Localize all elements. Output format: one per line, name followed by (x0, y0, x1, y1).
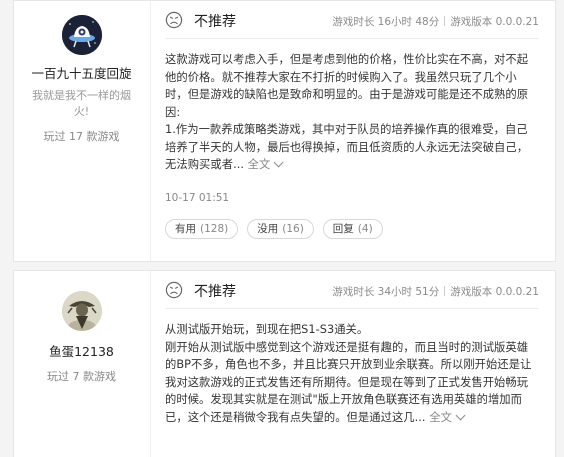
column-divider (150, 271, 151, 457)
reply-button[interactable]: 回复 (4) (322, 218, 383, 239)
sad-face-icon (165, 11, 183, 29)
review-line: 培养了半天的人物，最后也得换掉，而且低资质的人永远无法突破自己， (165, 140, 529, 154)
expand-full-text-button[interactable]: 全文 (429, 410, 466, 424)
sad-face-icon (165, 281, 183, 299)
useful-label: 有用 (175, 222, 196, 235)
column-divider (150, 1, 151, 261)
playtime: 游戏时长 16小时 48分 (332, 16, 440, 28)
meta-separator (444, 286, 446, 296)
recommendation-label: 不推荐 (194, 14, 236, 30)
games-played: 玩过 7 款游戏 (47, 370, 116, 383)
expand-label: 全文 (429, 410, 452, 424)
useless-button[interactable]: 没用 (16) (247, 218, 314, 239)
reviewer-info: 鱼蛋12138 玩过 7 款游戏 (14, 271, 149, 384)
vote-bar: 有用 (128) 没用 (16) 回复 (4) (165, 218, 539, 239)
useless-count: (16) (282, 222, 304, 235)
avatar[interactable] (61, 291, 102, 331)
review-line: 从测试版开始玩，到现在把S1-S3通关。 (165, 323, 369, 336)
playtime: 游戏时长 34小时 51分 (332, 286, 440, 298)
review-line: 他的价格。就不推荐大家在不打折的时候购入了。我虽然只玩了几个小 (165, 70, 517, 84)
username[interactable]: 鱼蛋12138 (14, 341, 149, 360)
reply-count: (4) (357, 222, 373, 235)
meta-separator (444, 16, 446, 26)
review-line: 这款游戏可以考虑入手，但是考虑到他的价格，性价比实在不高，对不起 (165, 53, 529, 66)
review-line: 因: (165, 105, 181, 119)
avatar[interactable] (61, 15, 102, 55)
review-meta: 游戏时长 34小时 51分 游戏版本 0.0.0.21 (332, 284, 539, 299)
review-line: 的时候。发现其实就是在测试"版上开放角色联赛还有选用英雄的增加而 (165, 393, 523, 406)
review-text: 从测试版开始玩，到现在把S1-S3通关。 刚开始从测试版中感觉到这个游戏还是挺有… (165, 309, 539, 426)
review-header: 不推荐 游戏时长 34小时 51分 游戏版本 0.0.0.21 (165, 271, 539, 309)
review-line: 1.作为一款养成策略类游戏，其中对于队员的培养操作真的很难受，自己 (165, 123, 528, 136)
ufo-avatar-image (61, 15, 102, 55)
expand-label: 全文 (247, 158, 271, 171)
review-content: 不推荐 游戏时长 34小时 51分 游戏版本 0.0.0.21 从测试版开始玩，到… (165, 271, 539, 426)
chevron-down-icon (273, 157, 284, 168)
game-version: 游戏版本 0.0.0.21 (450, 286, 539, 298)
review-card: 鱼蛋12138 玩过 7 款游戏 不推荐 游戏时长 34小时 51分 游戏版本 0… (13, 270, 556, 457)
review-line-last: 无法购买或者... 全文 (165, 156, 539, 174)
review-card: 一百九十五度回旋 我就是我不一样的烟火! 玩过 17 款游戏 不推荐 游戏时长 … (13, 0, 556, 262)
useful-button[interactable]: 有用 (128) (165, 218, 239, 239)
review-meta: 游戏时长 16小时 48分 游戏版本 0.0.0.21 (332, 14, 539, 29)
username[interactable]: 一百九十五度回旋 (14, 63, 149, 82)
review-line: 我对这款游戏的正式发售还有所期待。但是现在等到了正式发售开始畅玩 (165, 375, 529, 389)
review-line: 刚开始从测试版中感觉到这个游戏还是挺有趣的，而且当时的测试版英雄 (165, 340, 529, 354)
review-text: 这款游戏可以考虑入手，但是考虑到他的价格，性价比实在不高，对不起 他的价格。就不… (165, 39, 539, 174)
game-version: 游戏版本 0.0.0.21 (450, 16, 539, 28)
reviewer-info: 一百九十五度回旋 我就是我不一样的烟火! 玩过 17 款游戏 (14, 1, 149, 144)
useful-count: (128) (200, 222, 229, 235)
review-line-last: 已，这个还是稍微令我有点失望的。但是通过这几... 全文 (165, 409, 539, 427)
useless-label: 没用 (257, 222, 279, 235)
games-played: 玩过 17 款游戏 (43, 130, 120, 143)
review-line: 时，但是游戏的缺陷也是致命和明显的。由于是游戏可能是还不成熟的原 (165, 88, 529, 101)
review-line: 已，这个还是稍微令我有点失望的。但是通过这几... (165, 410, 426, 424)
review-line: 无法购买或者... (165, 158, 245, 171)
chevron-down-icon (455, 410, 466, 420)
user-signature: 我就是我不一样的烟火! (32, 89, 131, 118)
character-avatar-image (61, 291, 102, 331)
expand-full-text-button[interactable]: 全文 (247, 157, 284, 171)
recommendation-label: 不推荐 (194, 284, 236, 300)
review-date: 10-17 01:51 (165, 191, 230, 204)
reply-label: 回复 (332, 222, 354, 235)
review-content: 不推荐 游戏时长 16小时 48分 游戏版本 0.0.0.21 这款游戏可以考虑入… (165, 1, 539, 239)
review-header: 不推荐 游戏时长 16小时 48分 游戏版本 0.0.0.21 (165, 1, 539, 39)
review-line: 的BP不多，角色也不多，并且比赛只开放到业余联赛。所以刚开始还是让 (165, 358, 532, 371)
